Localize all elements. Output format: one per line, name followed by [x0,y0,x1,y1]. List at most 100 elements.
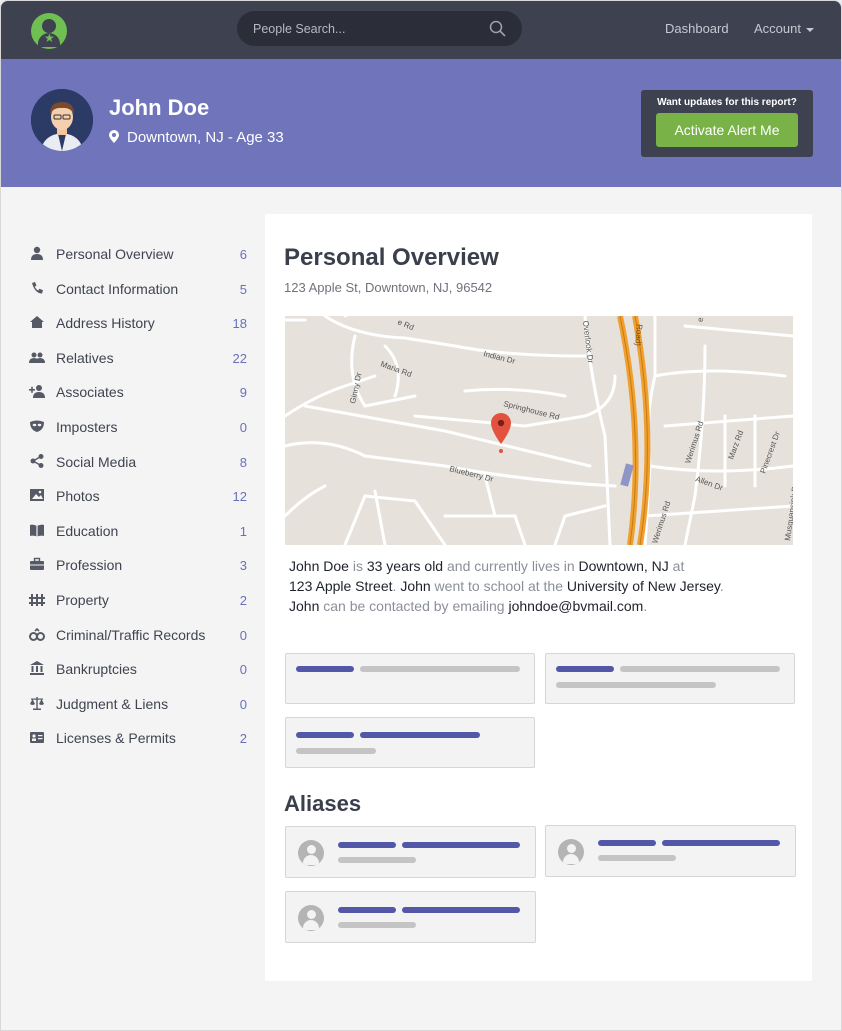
alert-box: Want updates for this report? Activate A… [641,90,813,157]
overview-address: 123 Apple St, Downtown, NJ, 96542 [284,280,493,295]
sidebar-item-profession[interactable]: Profession 3 [29,548,251,583]
sidebar-item-count: 12 [232,489,247,505]
summary-age: 33 years old [366,558,444,574]
section-title: Personal Overview [284,244,499,271]
sidebar-item-count: 0 [239,627,247,643]
top-nav: ★ Dashboard Account [1,1,841,59]
sidebar-item-label: Criminal/Traffic Records [56,626,206,643]
profile-header: John Doe Downtown, NJ - Age 33 Want upda… [1,59,841,187]
placeholder-bar [402,842,520,848]
placeholder-bar [360,732,480,738]
fence-icon [29,593,45,606]
sidebar-item-education[interactable]: Education 1 [29,514,251,549]
location-text: Downtown, NJ - Age 33 [127,129,284,146]
sidebar-item-label: Bankruptcies [56,661,137,678]
activate-alert-button[interactable]: Activate Alert Me [656,113,798,147]
placeholder-bar [598,840,656,846]
sidebar-item-contact-information[interactable]: Contact Information 5 [29,272,251,307]
search-bar [237,11,522,46]
sidebar-item-property[interactable]: Property 2 [29,583,251,618]
id-card-icon [30,732,44,744]
placeholder-bar [296,748,376,754]
sidebar-item-count: 2 [239,592,247,608]
placeholder-bar [598,855,676,861]
summary-text: at [668,558,685,574]
bank-icon [30,661,44,676]
detail-placeholder-card [285,717,535,768]
summary-text: and currently lives in [443,558,579,574]
sidebar-item-count: 0 [239,419,247,435]
sidebar-item-imposters[interactable]: Imposters 0 [29,410,251,445]
sidebar-item-photos[interactable]: Photos 12 [29,479,251,514]
sidebar-item-count: 18 [232,316,247,332]
placeholder-bar [402,907,520,913]
sidebar-item-criminal-traffic-records[interactable]: Criminal/Traffic Records 0 [29,618,251,653]
mask-icon [30,420,44,432]
sidebar-item-label: Education [56,522,119,539]
sidebar-item-address-history[interactable]: Address History 18 [29,306,251,341]
share-icon [30,453,44,468]
phone-icon [32,281,43,294]
sidebar-item-label: Associates [56,384,124,401]
placeholder-bar [338,907,396,913]
scales-icon [30,696,44,710]
sidebar-item-social-media[interactable]: Social Media 8 [29,445,251,480]
sidebar-item-associates[interactable]: Associates 9 [29,375,251,410]
sidebar-item-label: Address History [56,315,155,332]
placeholder-bar [360,666,520,672]
alias-card[interactable] [285,891,536,943]
sidebar-item-judgment-liens[interactable]: Judgment & Liens 0 [29,687,251,722]
sidebar-item-label: Photos [56,488,100,505]
summary-first-name: John [289,598,320,614]
person-icon [31,246,43,260]
summary-email[interactable]: johndoe@bvmail.com [508,598,643,614]
summary-text: can be contacted by emailing [319,598,509,614]
group-icon [29,352,45,363]
location-map[interactable]: e Rd Indian Dr Maria Rd Ginny Dr Springh… [285,316,793,545]
home-icon [30,316,44,329]
placeholder-bar [296,732,354,738]
sidebar-item-count: 22 [232,350,247,366]
person-icon [298,840,324,866]
sidebar-item-label: Imposters [56,418,118,435]
sidebar-item-count: 9 [239,385,247,401]
summary-text: . [643,598,648,614]
summary-name: John Doe [289,558,349,574]
account-menu[interactable]: Account [754,21,814,36]
person-icon [298,905,324,931]
handcuffs-icon [29,627,45,641]
location-pin-icon [109,130,119,143]
sidebar-item-label: Licenses & Permits [56,730,176,747]
sidebar-item-label: Social Media [56,453,137,470]
caret-down-icon [805,27,814,32]
dashboard-link[interactable]: Dashboard [665,21,729,36]
sidebar-item-personal-overview[interactable]: Personal Overview 6 [29,237,251,272]
detail-placeholder-card [285,653,535,704]
overview-summary: John Doe is 33 years old and currently l… [289,556,793,616]
app-window: ★ Dashboard Account John Doe [0,0,842,1031]
placeholder-bar [556,682,716,688]
section-sidebar: Personal Overview 6 Contact Information 5 Ad… [29,237,251,756]
book-icon [30,524,44,537]
person-icon [558,839,584,865]
placeholder-bar [662,840,780,846]
sidebar-item-licenses-permits[interactable]: Licenses & Permits 2 [29,721,251,756]
placeholder-bar [338,842,396,848]
sidebar-item-relatives[interactable]: Relatives 22 [29,341,251,376]
sidebar-item-label: Contact Information [56,280,179,297]
search-input[interactable] [237,11,477,46]
logo-icon[interactable]: ★ [31,13,67,49]
summary-city: Downtown, NJ [578,558,669,574]
alias-card[interactable] [545,825,796,877]
sidebar-item-count: 0 [239,696,247,712]
placeholder-bar [338,857,416,863]
placeholder-bar [296,666,354,672]
sidebar-item-count: 5 [239,281,247,297]
placeholder-bar [338,922,416,928]
sidebar-item-count: 3 [239,558,247,574]
sidebar-item-count: 6 [239,247,247,262]
sidebar-item-bankruptcies[interactable]: Bankruptcies 0 [29,652,251,687]
search-icon[interactable] [489,20,506,37]
summary-text: . [719,578,724,594]
alias-card[interactable] [285,826,536,878]
